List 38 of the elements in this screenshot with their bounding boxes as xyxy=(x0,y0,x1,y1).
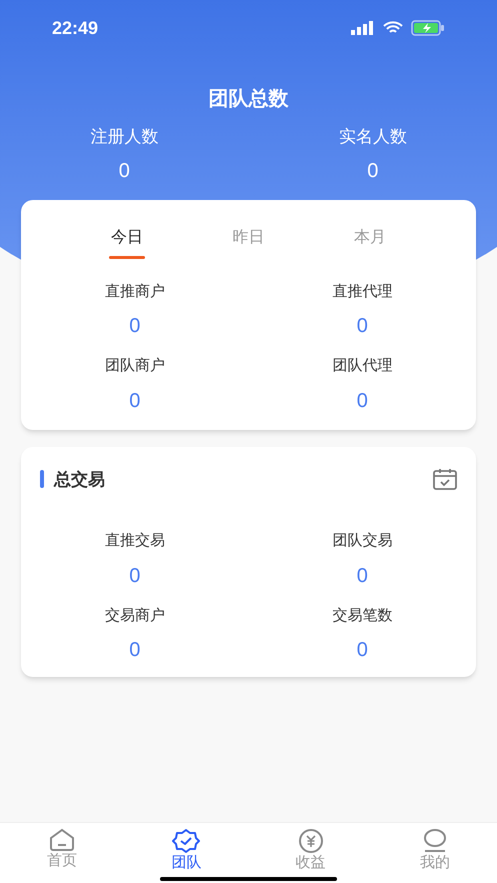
battery-icon xyxy=(411,20,445,36)
status-time: 22:49 xyxy=(52,16,98,40)
period-tab[interactable]: 昨日 xyxy=(188,226,310,258)
stat-value: 0 xyxy=(356,564,368,588)
tab-bar-item[interactable]: 首页 xyxy=(0,828,124,883)
stat-label: 直推交易 xyxy=(104,531,165,551)
wifi-icon xyxy=(383,21,403,35)
stat-label: 团队商户 xyxy=(104,356,165,376)
stat-label: 交易笔数 xyxy=(332,606,392,626)
stat-label: 直推商户 xyxy=(104,282,165,302)
tab-bar-item[interactable]: 团队 xyxy=(124,828,248,883)
stat-value: 0 xyxy=(129,564,140,588)
stat-label: 直推代理 xyxy=(332,282,392,302)
tab-bar-item[interactable]: 我的 xyxy=(372,828,497,883)
signal-icon xyxy=(351,21,375,35)
header-title: 团队总数 xyxy=(208,87,288,112)
stat-value: 0 xyxy=(129,314,140,339)
calendar-icon[interactable] xyxy=(433,468,457,490)
stat-value: 0 xyxy=(356,388,368,414)
period-tab[interactable]: 本月 xyxy=(309,226,431,258)
accent-bar xyxy=(40,470,44,488)
yen-icon xyxy=(296,828,325,854)
stat-label: 团队代理 xyxy=(332,356,392,376)
stat-label: 交易商户 xyxy=(104,606,165,626)
card-title: 总交易 xyxy=(54,468,105,490)
stat-label: 实名人数 xyxy=(338,126,407,148)
period-tab[interactable]: 今日 xyxy=(66,226,188,258)
stat-value: 0 xyxy=(356,638,368,663)
tab-bar-item[interactable]: 收益 xyxy=(248,828,373,883)
stat-value: 0 xyxy=(129,638,140,663)
stat-value: 0 xyxy=(129,388,140,414)
badge-check-icon xyxy=(172,828,200,854)
home-icon xyxy=(48,828,76,852)
stat-value: 0 xyxy=(118,158,130,184)
stat-label: 团队交易 xyxy=(332,531,392,551)
stat-label: 注册人数 xyxy=(90,126,158,148)
stat-value: 0 xyxy=(367,158,378,184)
stat-value: 0 xyxy=(356,314,368,339)
